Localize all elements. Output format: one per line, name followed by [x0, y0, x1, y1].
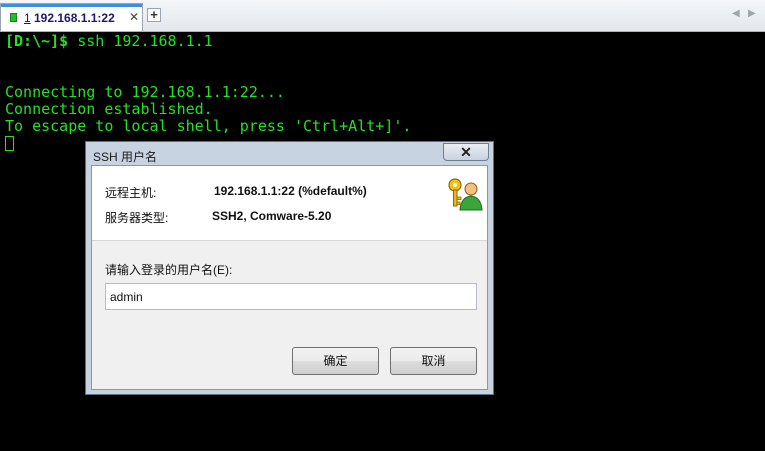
ssh-username-dialog: SSH 用户名 ✕ 远程主机: 192.168.1.1:22 (%default…: [85, 141, 494, 395]
close-tab-icon[interactable]: ✕: [128, 10, 140, 24]
tab-bar: 1 192.168.1.1:22 ✕ + ◀ ▶: [0, 0, 765, 32]
scroll-tabs-left-icon[interactable]: ◀: [732, 8, 740, 19]
terminal-output-line: Connection established.: [5, 100, 213, 118]
username-input[interactable]: admin: [105, 283, 477, 310]
dialog-close-button[interactable]: ✕: [443, 143, 489, 161]
username-prompt-label: 请输入登录的用户名(E):: [105, 263, 233, 277]
tab-title: 192.168.1.1:22: [34, 11, 115, 25]
remote-host-value: 192.168.1.1:22 (%default%): [214, 184, 367, 198]
add-tab-button[interactable]: +: [147, 8, 161, 22]
terminal-output-line: To escape to local shell, press 'Ctrl+Al…: [5, 117, 412, 135]
tab-number: 1: [24, 11, 31, 25]
connection-status-icon: [10, 13, 17, 22]
key-user-icon: [448, 178, 483, 211]
tab-session-1[interactable]: 1 192.168.1.1:22 ✕: [0, 3, 143, 31]
remote-host-label: 远程主机:: [105, 186, 157, 200]
connection-info-panel: 远程主机: 192.168.1.1:22 (%default%) 服务器类型: …: [92, 166, 487, 241]
ok-button[interactable]: 确定: [292, 347, 379, 375]
terminal-command: ssh 192.168.1.1: [68, 32, 213, 50]
server-type-label: 服务器类型:: [105, 211, 169, 225]
server-type-value: SSH2, Comware-5.20: [212, 209, 332, 223]
scroll-tabs-right-icon[interactable]: ▶: [748, 8, 756, 19]
dialog-title: SSH 用户名: [93, 150, 158, 164]
terminal-command-line: [D:\~]$ ssh 192.168.1.1: [5, 33, 213, 50]
active-tab-indicator: [1, 4, 142, 7]
cancel-button[interactable]: 取消: [390, 347, 477, 375]
terminal-output-line: Connecting to 192.168.1.1:22...: [5, 83, 285, 101]
dialog-body: 远程主机: 192.168.1.1:22 (%default%) 服务器类型: …: [91, 165, 488, 390]
terminal-cursor: [5, 136, 14, 151]
shell-prompt: [D:\~]$: [5, 32, 69, 50]
